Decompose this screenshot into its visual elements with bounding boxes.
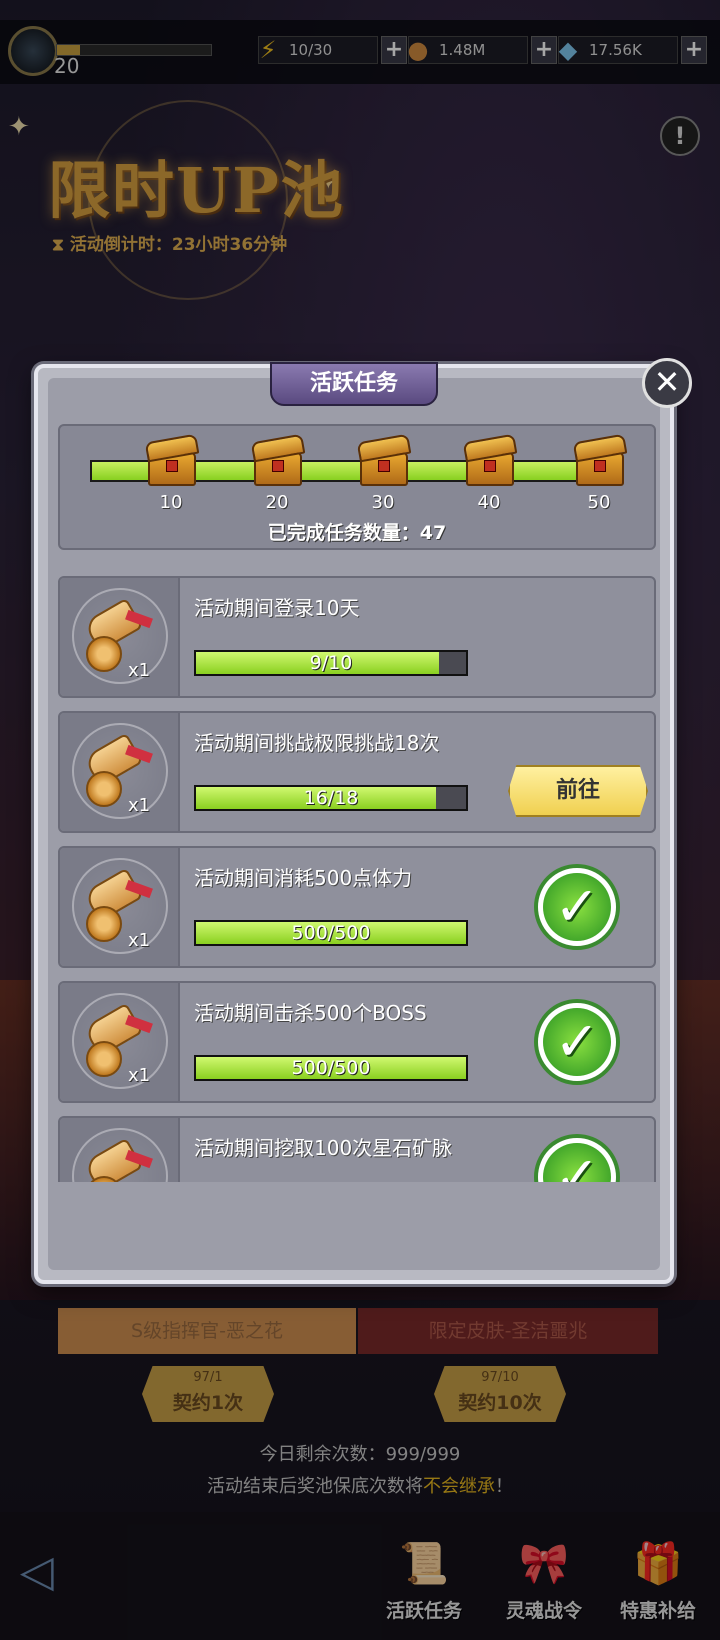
close-button[interactable]: ✕ [642, 358, 692, 408]
task-row: x1活动期间挖取100次星石矿脉100/100✓ [58, 1116, 656, 1182]
completed-count: 已完成任务数量：47 [267, 522, 447, 544]
task-progress-text: 16/18 [303, 787, 359, 809]
reward-quantity: x1 [128, 795, 151, 816]
task-progress-text: 500/500 [291, 1057, 371, 1079]
milestone-chest-icon[interactable] [144, 433, 200, 488]
task-progress-bar: 16/18 [194, 785, 468, 811]
task-row: x1 活动期间击杀500个BOSS 500/500 ✓ [58, 981, 656, 1103]
reward-quantity: x1 [128, 930, 151, 951]
task-list[interactable]: x1 活动期间登录10天 9/10 x1 活动期间挑战极限挑战18次 16/18 前往 x1 活… [58, 576, 656, 1182]
reward-quantity: x1 [128, 1065, 151, 1086]
milestone-chest-icon[interactable] [462, 433, 518, 488]
reward-icon-box[interactable]: x1 [60, 578, 180, 696]
task-progress-text: 500/500 [291, 922, 371, 944]
reward-icon-box[interactable]: x1 [60, 848, 180, 966]
task-row: x1 活动期间挑战极限挑战18次 16/18 前往 [58, 711, 656, 833]
reward-icon-box[interactable]: x1 [60, 1118, 180, 1182]
reward-icon-box[interactable]: x1 [60, 713, 180, 831]
task-title: 活动期间挑战极限挑战18次 [194, 731, 440, 755]
milestone-chest-icon[interactable] [356, 433, 412, 488]
task-title: 活动期间挖取100次星石矿脉 [194, 1136, 453, 1160]
completed-check-icon: ✓ [534, 1134, 620, 1182]
modal-title: 活跃任务 [270, 362, 438, 406]
task-row: x1 活动期间登录10天 9/10 [58, 576, 656, 698]
task-progress-bar: 500/500 [194, 1055, 468, 1081]
reward-icon-box[interactable]: x1 [60, 983, 180, 1101]
go-button[interactable]: 前往 [508, 765, 648, 817]
reward-quantity: x1 [128, 660, 151, 681]
milestone-label: 40 [477, 492, 501, 513]
task-title: 活动期间消耗500点体力 [194, 866, 413, 890]
milestone-label: 30 [371, 492, 395, 513]
milestone-chest-icon[interactable] [572, 433, 628, 488]
task-title: 活动期间击杀500个BOSS [194, 1001, 427, 1025]
completed-check-icon: ✓ [534, 999, 620, 1085]
completed-check-icon: ✓ [534, 864, 620, 950]
task-progress-text: 9/10 [309, 652, 353, 674]
milestone-chest-icon[interactable] [250, 433, 306, 488]
task-progress-bar: 500/500 [194, 920, 468, 946]
milestone-panel: 10 20 30 40 50 已完成任务数量：47 [58, 424, 656, 550]
milestone-label: 10 [159, 492, 183, 513]
milestone-label: 20 [265, 492, 289, 513]
task-title: 活动期间登录10天 [194, 596, 360, 620]
task-progress-bar: 9/10 [194, 650, 468, 676]
task-row: x1 活动期间消耗500点体力 500/500 ✓ [58, 846, 656, 968]
milestone-label: 50 [587, 492, 611, 513]
